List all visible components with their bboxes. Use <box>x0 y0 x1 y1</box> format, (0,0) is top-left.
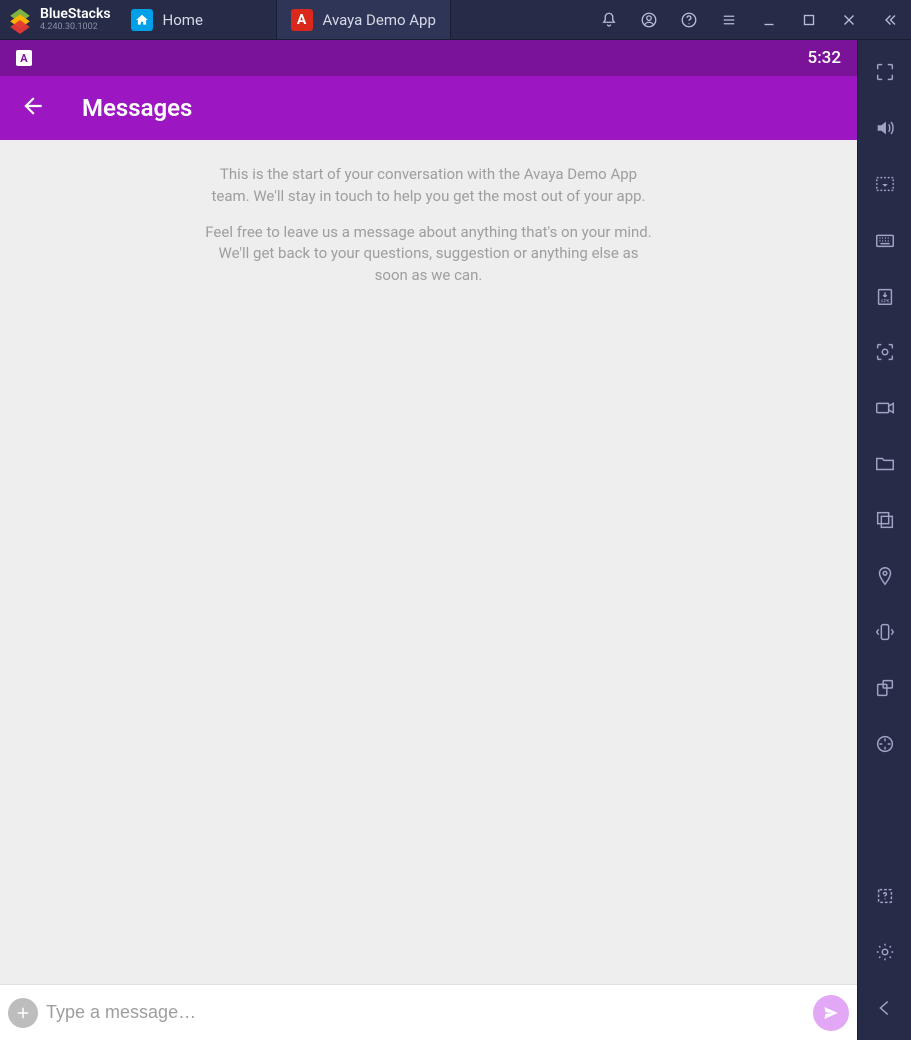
status-app-icon: A <box>16 50 32 66</box>
keyboard-button[interactable] <box>869 224 901 256</box>
intro-paragraph-2: Feel free to leave us a message about an… <box>205 222 653 287</box>
help-button[interactable] <box>671 0 707 39</box>
message-input[interactable] <box>46 1002 805 1023</box>
android-status-bar: A 5:32 <box>0 40 857 76</box>
send-button[interactable] <box>813 995 849 1031</box>
messages-body[interactable]: This is the start of your conversation w… <box>0 140 857 984</box>
volume-button[interactable] <box>869 112 901 144</box>
back-button[interactable] <box>12 85 54 131</box>
multi-instance-button[interactable] <box>869 504 901 536</box>
svg-text:APK: APK <box>880 298 889 304</box>
emulator-sidebar: APK <box>857 40 911 1040</box>
bluestacks-logo-icon <box>6 6 34 34</box>
collapse-sidebar-button[interactable] <box>871 0 907 39</box>
home-icon <box>131 9 153 31</box>
back-nav-button[interactable] <box>869 992 901 1024</box>
keymap-button[interactable] <box>869 168 901 200</box>
app-bar: Messages <box>0 76 857 140</box>
conversation-intro: This is the start of your conversation w… <box>189 164 669 287</box>
minimize-button[interactable] <box>751 0 787 39</box>
brand: BlueStacks 4.240.30.1002 <box>0 0 117 39</box>
shake-button[interactable] <box>869 616 901 648</box>
page-title: Messages <box>82 94 192 122</box>
status-clock: 5:32 <box>808 48 841 68</box>
brand-name: BlueStacks <box>40 7 111 21</box>
install-apk-button[interactable]: APK <box>869 280 901 312</box>
media-folder-button[interactable] <box>869 448 901 480</box>
toggle-help-button[interactable] <box>869 880 901 912</box>
settings-button[interactable] <box>869 936 901 968</box>
tab-home-label: Home <box>163 11 203 29</box>
tab-app-label: Avaya Demo App <box>323 11 436 29</box>
close-button[interactable] <box>831 0 867 39</box>
avaya-app-icon: A <box>291 9 313 31</box>
tab-strip: Home A Avaya Demo App <box>117 0 451 39</box>
location-button[interactable] <box>869 560 901 592</box>
titlebar-actions <box>591 0 911 39</box>
maximize-button[interactable] <box>791 0 827 39</box>
intro-paragraph-1: This is the start of your conversation w… <box>205 164 653 208</box>
account-button[interactable] <box>631 0 667 39</box>
device-screen: A 5:32 Messages This is the start of you… <box>0 40 857 1040</box>
rotate-button[interactable] <box>869 672 901 704</box>
tab-avaya-demo-app[interactable]: A Avaya Demo App <box>277 0 451 39</box>
record-button[interactable] <box>869 392 901 424</box>
emulator-titlebar: BlueStacks 4.240.30.1002 Home A Avaya De… <box>0 0 911 40</box>
menu-button[interactable] <box>711 0 747 39</box>
message-composer <box>0 984 857 1040</box>
brand-version: 4.240.30.1002 <box>40 23 111 32</box>
notifications-button[interactable] <box>591 0 627 39</box>
screenshot-button[interactable] <box>869 336 901 368</box>
add-attachment-button[interactable] <box>8 998 38 1028</box>
tab-home[interactable]: Home <box>117 0 277 39</box>
fullscreen-button[interactable] <box>869 56 901 88</box>
game-controls-button[interactable] <box>869 728 901 760</box>
